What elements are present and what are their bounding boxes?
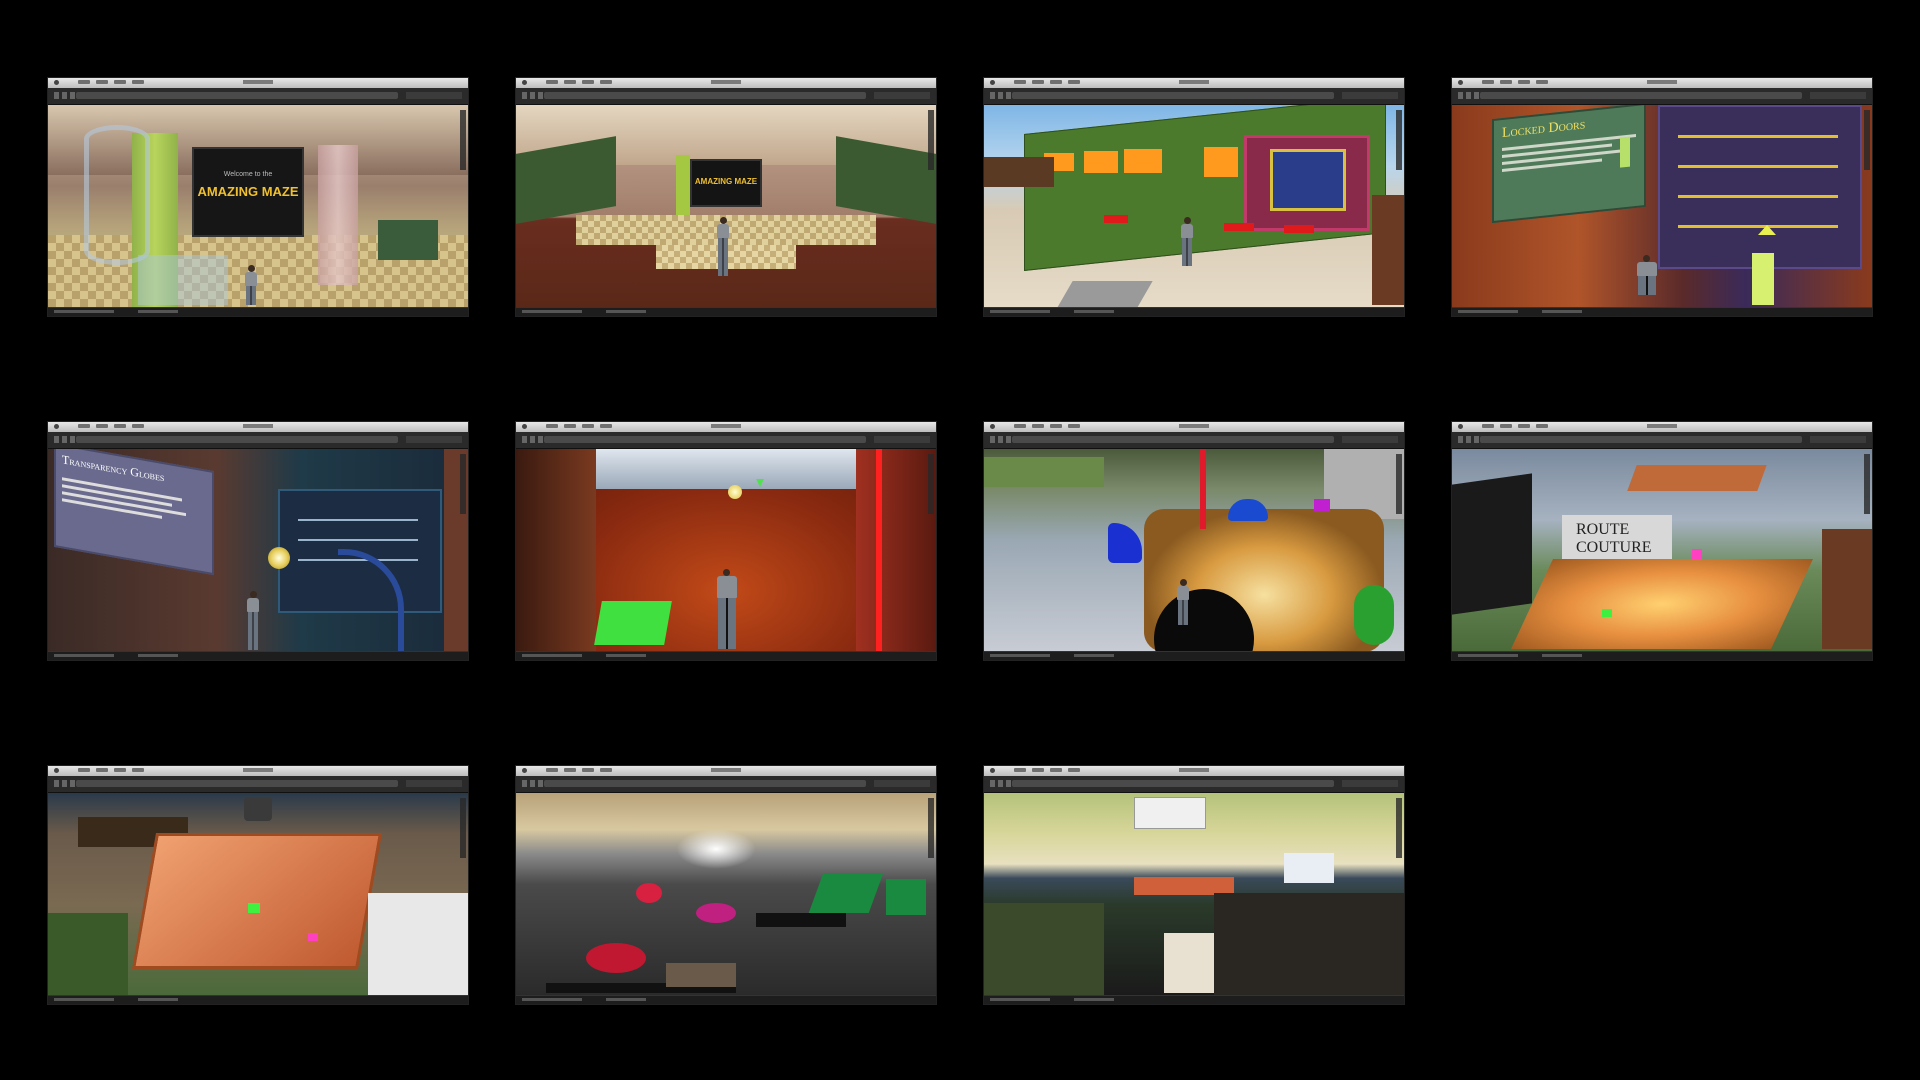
scene-viewport — [48, 793, 468, 996]
viewer-toolbar — [48, 432, 468, 449]
viewer-toolbar — [984, 776, 1404, 793]
scene-viewport: Transparency Globes — [48, 449, 468, 652]
sign-caption: Welcome to the — [223, 171, 273, 178]
scene-viewport: AMAZING MAZE — [516, 105, 936, 308]
amazing-maze-sign: AMAZING MAZE — [690, 159, 762, 207]
avatar — [716, 217, 730, 277]
status-bar — [1452, 651, 1872, 660]
screenshot-transparency-globes: Transparency Globes — [48, 422, 468, 660]
status-bar — [984, 651, 1404, 660]
screenshot-green-wall-room — [984, 78, 1404, 316]
viewer-toolbar — [1452, 88, 1872, 105]
viewer-sidebar — [928, 798, 934, 858]
viewer-toolbar — [48, 88, 468, 105]
scene-viewport: Locked Doors — [1452, 105, 1872, 308]
screenshot-red-orange-room — [516, 422, 936, 660]
viewer-toolbar — [48, 776, 468, 793]
avatar — [244, 265, 258, 305]
avatar — [1180, 217, 1194, 267]
viewer-toolbar — [984, 88, 1404, 105]
viewer-sidebar — [1396, 110, 1402, 170]
viewer-toolbar — [1452, 432, 1872, 449]
status-bar — [984, 995, 1404, 1004]
status-bar — [516, 307, 936, 316]
status-bar — [48, 995, 468, 1004]
status-bar — [984, 307, 1404, 316]
screenshot-maze-overhead — [984, 422, 1404, 660]
screenshot-island-overview — [984, 766, 1404, 1004]
viewer-toolbar — [984, 432, 1404, 449]
sign-title: ROUTE COUTURE — [1576, 521, 1652, 556]
viewer-toolbar — [516, 88, 936, 105]
viewer-sidebar — [1396, 454, 1402, 514]
viewer-sidebar — [928, 110, 934, 170]
amazing-maze-sign: Welcome to the AMAZING MAZE — [192, 147, 304, 237]
sign-title: AMAZING MAZE — [197, 184, 299, 199]
avatar — [1176, 579, 1190, 625]
viewer-sidebar — [460, 454, 466, 514]
status-bar — [516, 995, 936, 1004]
scene-viewport — [516, 449, 936, 652]
viewer-sidebar — [460, 110, 466, 170]
screenshot-amazing-maze-b: AMAZING MAZE — [516, 78, 936, 316]
viewer-sidebar — [928, 454, 934, 514]
locked-doors-sign: Locked Doors — [1492, 105, 1646, 224]
avatar — [246, 591, 260, 651]
status-bar — [1452, 307, 1872, 316]
status-bar — [48, 307, 468, 316]
screenshot-sunset-overview — [516, 766, 936, 1004]
viewer-sidebar — [1864, 454, 1870, 514]
viewer-sidebar — [460, 798, 466, 858]
scene-viewport: ROUTE COUTURE — [1452, 449, 1872, 652]
avatar — [1636, 255, 1658, 307]
screenshot-locked-doors: Locked Doors — [1452, 78, 1872, 316]
scene-viewport — [516, 793, 936, 996]
screenshot-amazing-maze-a: Welcome to the AMAZING MAZE — [48, 78, 468, 316]
viewer-sidebar — [1396, 798, 1402, 858]
scene-viewport — [984, 449, 1404, 652]
screenshot-couture-shop: ROUTE COUTURE — [1452, 422, 1872, 660]
scene-viewport: Welcome to the AMAZING MAZE — [48, 105, 468, 308]
avatar — [716, 569, 738, 649]
scene-viewport — [984, 105, 1404, 308]
viewer-toolbar — [516, 776, 936, 793]
status-bar — [48, 651, 468, 660]
viewer-sidebar — [1864, 110, 1870, 170]
transparency-globes-sign: Transparency Globes — [54, 449, 214, 576]
screenshot-maze-block-overhead — [48, 766, 468, 1004]
scene-viewport — [984, 793, 1404, 996]
sign-title: AMAZING MAZE — [694, 177, 758, 186]
viewer-toolbar — [516, 432, 936, 449]
status-bar — [516, 651, 936, 660]
